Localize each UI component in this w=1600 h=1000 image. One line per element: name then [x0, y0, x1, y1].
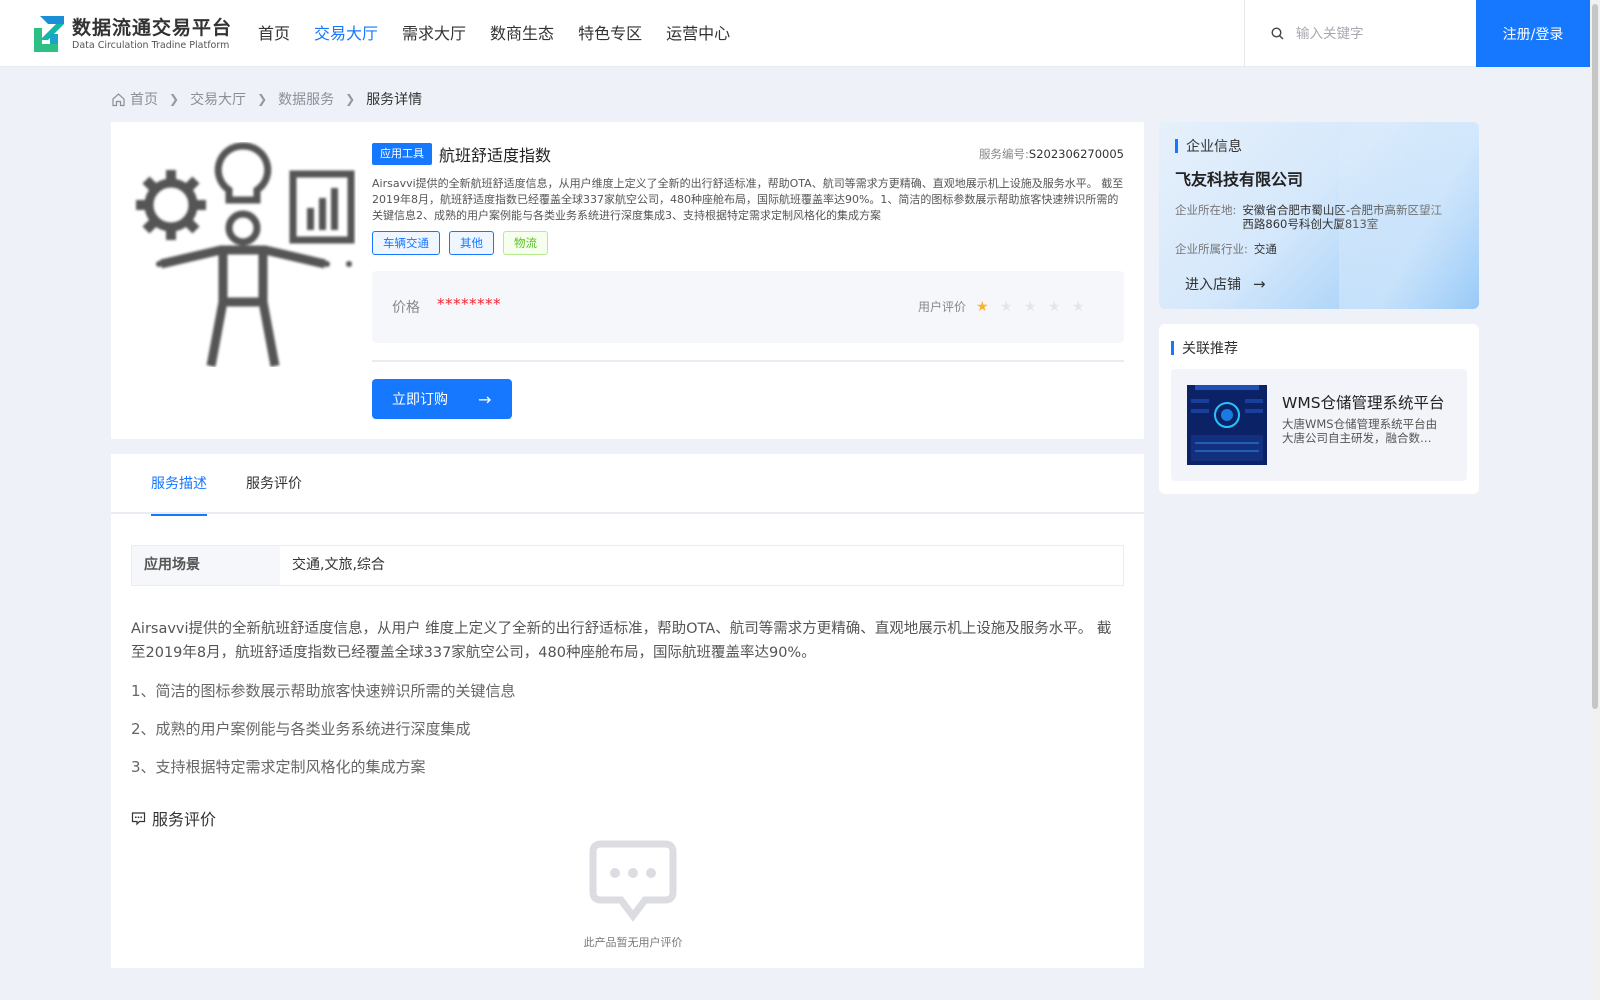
nav-ecosystem[interactable]: 数商生态	[490, 22, 554, 46]
service-number: 服务编号:S202306270005	[979, 147, 1124, 161]
subscribe-button[interactable]: 立即订购 →	[372, 379, 512, 419]
recommend-card: 关联推荐 WMS仓储管理系统平台 大唐WMS仓储管理系统平台由大唐公司自主研发，…	[1159, 324, 1479, 494]
location-value: 安徽省合肥市蜀山区-合肥市高新区望江西路860号科创大厦813室	[1242, 203, 1443, 231]
scrollbar-thumb[interactable]	[1592, 4, 1598, 709]
tab-service-evaluation[interactable]: 服务评价	[246, 454, 302, 514]
chevron-right-icon: ❯	[257, 92, 268, 106]
detail-tabs: 服务描述 服务评价	[111, 454, 1144, 516]
star-icon: ★	[1072, 298, 1085, 315]
tag-vehicle-traffic[interactable]: 车辆交通	[372, 231, 440, 255]
breadcrumb-current: 服务详情	[366, 92, 423, 108]
company-industry-row: 企业所属行业: 交通	[1175, 242, 1464, 256]
product-tags: 车辆交通 其他 物流	[372, 231, 1124, 255]
enter-shop-link[interactable]: 进入店铺 →	[1185, 274, 1266, 294]
nav-demand-hall[interactable]: 需求大厅	[402, 22, 466, 46]
top-header: 数据流通交易平台 Data Circulation Tradine Platfo…	[0, 0, 1590, 67]
enter-shop-label: 进入店铺	[1185, 277, 1241, 293]
logo[interactable]: 数据流通交易平台 Data Circulation Tradine Platfo…	[30, 14, 232, 54]
search-icon[interactable]	[1271, 27, 1284, 40]
search-input[interactable]	[1296, 25, 1456, 42]
tab-service-description[interactable]: 服务描述	[151, 454, 207, 516]
home-icon	[112, 92, 125, 106]
detail-point-2: 2、成熟的用户案例能与各类业务系统进行深度集成	[131, 720, 471, 738]
price-value: ********	[437, 295, 501, 313]
breadcrumb-trading-hall[interactable]: 交易大厅	[190, 89, 246, 109]
nav-home[interactable]: 首页	[258, 22, 290, 46]
scene-value: 交通,文旅,综合	[292, 557, 385, 573]
detail-paragraph: Airsavvi提供的全新航班舒适度信息，从用户 维度上定义了全新的出行舒适标准…	[131, 621, 1112, 661]
breadcrumb: 首页 ❯ 交易大厅 ❯ 数据服务 ❯ 服务详情	[111, 89, 422, 109]
recommend-item[interactable]: WMS仓储管理系统平台 大唐WMS仓储管理系统平台由大唐公司自主研发，融合数…	[1171, 369, 1467, 481]
price-box: 价格 ******** 用户评价 ★ ★ ★ ★ ★	[372, 271, 1124, 343]
recommend-thumbnail	[1187, 385, 1267, 465]
logo-subtitle: Data Circulation Tradine Platform	[72, 40, 230, 51]
star-icon: ★	[976, 298, 989, 315]
logo-title: 数据流通交易平台	[72, 17, 233, 39]
star-icon: ★	[1024, 298, 1037, 315]
search-box	[1244, 0, 1476, 67]
page-scrollbar[interactable]	[1590, 0, 1600, 1000]
subscribe-label: 立即订购	[392, 392, 448, 408]
user-rating: 用户评价 ★ ★ ★ ★ ★	[918, 298, 1096, 315]
rating-stars: ★ ★ ★ ★ ★	[976, 299, 1096, 315]
arrow-right-icon: →	[478, 389, 492, 409]
star-icon: ★	[1048, 298, 1061, 315]
breadcrumb-home[interactable]: 首页	[130, 89, 158, 109]
service-number-value: S202306270005	[1028, 147, 1124, 161]
arrow-right-icon: →	[1253, 275, 1266, 293]
detail-point-1: 1、简洁的图标参数展示帮助旅客快速辨识所需的关键信息	[131, 682, 516, 700]
detail-card: 服务描述 服务评价 应用场景 交通,文旅,综合 Airsavvi提供的全新航班舒…	[111, 454, 1144, 968]
empty-comment-icon	[589, 840, 677, 922]
chevron-right-icon: ❯	[345, 92, 356, 106]
company-section-title: 企业信息	[1175, 136, 1242, 156]
breadcrumb-data-service[interactable]: 数据服务	[278, 89, 334, 109]
chevron-right-icon: ❯	[169, 92, 180, 106]
company-card: 企业信息 飞友科技有限公司 企业所在地: 安徽省合肥市蜀山区-合肥市高新区望江西…	[1159, 122, 1479, 309]
comment-icon	[131, 811, 146, 825]
login-register-button[interactable]: 注册/登录	[1476, 0, 1590, 67]
tag-other[interactable]: 其他	[449, 231, 494, 255]
logo-icon	[34, 16, 64, 52]
recommend-item-title: WMS仓储管理系统平台	[1282, 394, 1445, 412]
evaluation-title-label: 服务评价	[152, 810, 217, 829]
tag-logistics[interactable]: 物流	[503, 231, 548, 255]
recommend-section-title: 关联推荐	[1171, 338, 1238, 358]
company-name: 飞友科技有限公司	[1175, 170, 1304, 189]
product-info: 应用工具 航班舒适度指数 服务编号:S202306270005 Airsavvi…	[372, 142, 1124, 419]
product-description: Airsavvi提供的全新航班舒适度信息，从用户维度上定义了全新的出行舒适标准，…	[372, 177, 1124, 222]
evaluation-section-title: 服务评价	[131, 806, 216, 830]
recommend-item-desc: 大唐WMS仓储管理系统平台由大唐公司自主研发，融合数…	[1282, 417, 1438, 445]
scene-table: 应用场景 交通,文旅,综合	[131, 545, 1124, 586]
company-location-row: 企业所在地: 安徽省合肥市蜀山区-合肥市高新区望江西路860号科创大厦813室	[1175, 203, 1452, 231]
price-label: 价格	[392, 300, 420, 316]
product-title: 航班舒适度指数	[439, 146, 552, 165]
product-image	[136, 142, 355, 367]
nav-special-zone[interactable]: 特色专区	[578, 22, 642, 46]
nav-trading-hall[interactable]: 交易大厅	[314, 22, 378, 46]
detail-point-3: 3、支持根据特定需求定制风格化的集成方案	[131, 758, 426, 776]
rating-label: 用户评价	[917, 300, 966, 314]
product-type-tag: 应用工具	[372, 143, 432, 165]
empty-evaluation-text: 此产品暂无用户评价	[583, 936, 683, 949]
divider	[372, 360, 1124, 362]
industry-label: 企业所属行业:	[1175, 242, 1248, 256]
product-card: 应用工具 航班舒适度指数 服务编号:S202306270005 Airsavvi…	[111, 122, 1144, 439]
empty-evaluation: 此产品暂无用户评价	[573, 838, 693, 950]
location-label: 企业所在地:	[1175, 203, 1237, 217]
nav-operation-center[interactable]: 运营中心	[666, 22, 730, 46]
main-nav: 首页 交易大厅 需求大厅 数商生态 特色专区 运营中心	[258, 22, 754, 46]
star-icon: ★	[1000, 298, 1013, 315]
scene-key: 应用场景	[132, 546, 280, 585]
industry-value: 交通	[1253, 242, 1277, 256]
